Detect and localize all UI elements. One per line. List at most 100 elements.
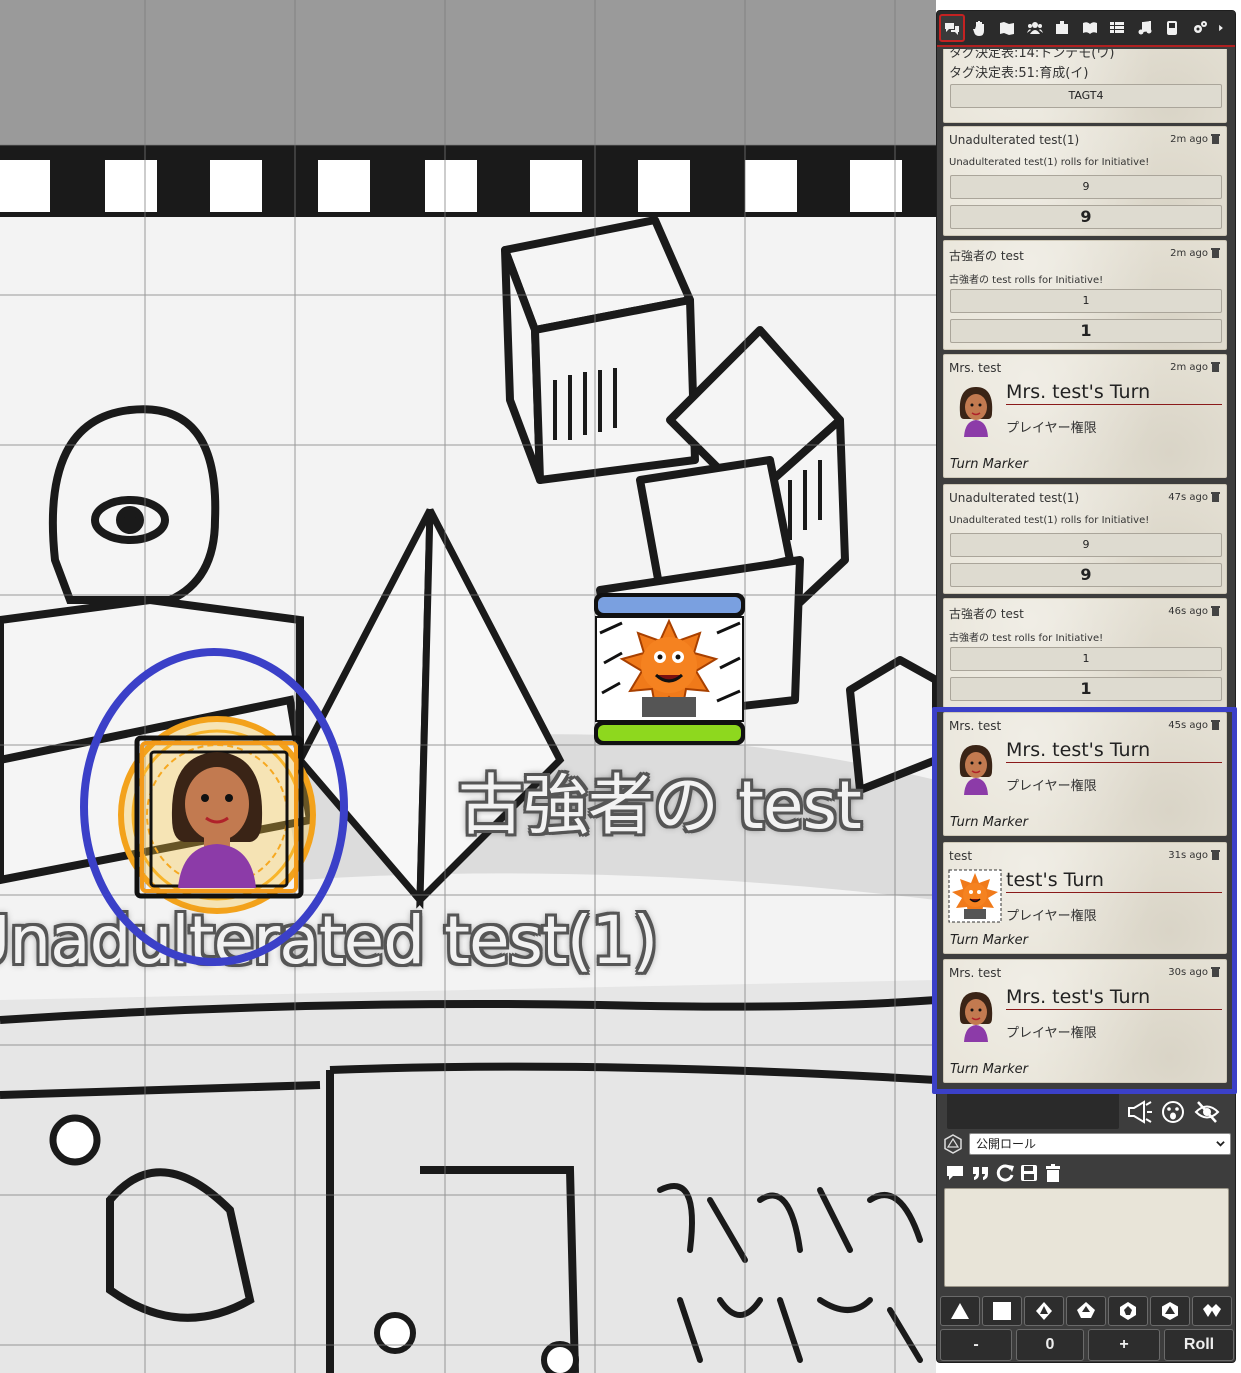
turn-footer: Turn Marker — [950, 457, 1028, 472]
roll-total: 1 — [950, 677, 1222, 701]
avatar-woman — [959, 745, 993, 795]
d20-icon — [944, 1134, 962, 1154]
chat-icon — [945, 23, 959, 35]
message-time: 31s ago — [1168, 850, 1208, 861]
emote-icon[interactable] — [1159, 1099, 1187, 1125]
chat-message: Unadulterated test(1) 47s ago Unadultera… — [943, 484, 1227, 594]
token-sun-image — [594, 593, 745, 745]
chat-message: Unadulterated test(1) 2m ago Unadulterat… — [943, 126, 1227, 236]
trash-icon[interactable] — [1211, 247, 1220, 258]
avatar-sun — [948, 869, 1002, 923]
tab-settings[interactable] — [1187, 14, 1213, 42]
message-subtext: Unadulterated test(1) rolls for Initiati… — [949, 515, 1150, 526]
message-text: タグ決定表:14:トンデモ(ウ) — [949, 49, 1115, 61]
d8-icon — [1036, 1302, 1052, 1320]
table-icon — [1110, 22, 1124, 33]
turn-title: Mrs. test's Turn — [1006, 381, 1222, 405]
message-time: 2m ago — [1170, 248, 1208, 259]
message-sender: Unadulterated test(1) — [949, 133, 1080, 147]
counter-value[interactable]: 0 — [1016, 1329, 1084, 1361]
message-time: 2m ago — [1170, 362, 1208, 373]
chat-input[interactable] — [944, 1188, 1229, 1287]
message-time: 46s ago — [1168, 606, 1208, 617]
dice-button-row — [940, 1296, 1236, 1326]
d10-button[interactable] — [1066, 1296, 1106, 1326]
tab-art[interactable] — [967, 14, 993, 42]
tab-chat[interactable] — [939, 14, 965, 42]
tab-compendium[interactable] — [1077, 14, 1103, 42]
tab-journal[interactable] — [1049, 14, 1075, 42]
turn-footer: Turn Marker — [950, 815, 1028, 830]
message-subtext: 古強者の test rolls for Initiative! — [949, 275, 1104, 286]
token-name-label: Unadulterated test(1) — [0, 902, 658, 979]
decrement-button[interactable]: - — [940, 1329, 1012, 1361]
tab-players[interactable] — [1022, 14, 1048, 42]
turn-title: test's Turn — [1006, 869, 1222, 893]
trash-icon[interactable] — [1211, 133, 1220, 144]
token-unadulterated[interactable] — [112, 710, 322, 920]
roll-formula: 1 — [950, 647, 1222, 671]
token-bar-blue — [598, 597, 741, 613]
token-name-label: 古強者の test — [458, 767, 862, 844]
chat-message: 古強者の test 46s ago 古強者の test rolls for In… — [943, 598, 1227, 708]
tab-tables[interactable] — [1104, 14, 1130, 42]
avatar-woman — [959, 387, 993, 437]
book-icon — [1082, 22, 1097, 34]
message-sender: 古強者の test — [949, 249, 1024, 263]
megaphone-icon[interactable] — [1125, 1099, 1153, 1125]
settings-icon — [1193, 21, 1207, 33]
save-icon[interactable] — [1019, 1163, 1039, 1183]
speaking-as-preview[interactable] — [947, 1093, 1119, 1129]
roll-formula: 9 — [950, 533, 1222, 557]
trash-icon[interactable] — [1211, 719, 1220, 730]
d20-button[interactable] — [1150, 1296, 1190, 1326]
card-icon — [1167, 21, 1177, 35]
hand-icon — [972, 21, 984, 36]
turn-permission: プレイヤー権限 — [1006, 909, 1097, 924]
trash-icon[interactable] — [1211, 361, 1220, 372]
turn-permission: プレイヤー権限 — [1006, 421, 1097, 436]
chat-message-turn: Mrs. test 30s ago Mrs. test's Turn プレイヤー… — [943, 959, 1227, 1083]
increment-button[interactable]: + — [1088, 1329, 1160, 1361]
roll-formula: 1 — [950, 289, 1222, 313]
d4-button[interactable] — [940, 1296, 980, 1326]
d6-button[interactable] — [982, 1296, 1022, 1326]
roll-visibility-select[interactable]: 公開ロール — [969, 1133, 1231, 1155]
refresh-icon[interactable] — [995, 1163, 1015, 1183]
roll-total: 1 — [950, 319, 1222, 343]
right-sidebar: タグ決定表:14:トンデモ(ウ) タグ決定表:51:育成(イ) TAGT4 Un… — [936, 10, 1236, 1363]
trash-icon[interactable] — [1211, 966, 1220, 977]
d8-button[interactable] — [1024, 1296, 1064, 1326]
chat-log[interactable]: タグ決定表:14:トンデモ(ウ) タグ決定表:51:育成(イ) TAGT4 Un… — [941, 49, 1229, 1095]
chat-message-turn: test 31s ago test's Turn プレイヤー権限 Turn Ma… — [943, 842, 1227, 954]
hidden-eye-icon[interactable] — [1193, 1099, 1221, 1125]
message-subtext: Unadulterated test(1) rolls for Initiati… — [949, 157, 1150, 168]
speech-bubble-icon[interactable] — [945, 1163, 965, 1183]
d10-icon — [1077, 1302, 1095, 1318]
message-time: 2m ago — [1170, 134, 1208, 145]
roll-button[interactable]: Roll — [1164, 1329, 1234, 1361]
tab-maps[interactable] — [994, 14, 1020, 42]
d12-button[interactable] — [1108, 1296, 1148, 1326]
tab-collapse[interactable] — [1214, 14, 1228, 42]
map-background-illustration — [0, 0, 936, 1373]
tab-jukebox[interactable] — [1132, 14, 1158, 42]
speak-bar — [941, 1093, 1231, 1133]
trash-icon[interactable] — [1211, 605, 1220, 616]
map-canvas[interactable]: 古強者の test Unadulterated test(1) — [0, 0, 936, 1373]
token-kyokyosha[interactable] — [592, 593, 747, 748]
quote-icon[interactable] — [971, 1163, 991, 1183]
tab-collection[interactable] — [1159, 14, 1185, 42]
message-time: 47s ago — [1168, 492, 1208, 503]
trash-icon[interactable] — [1211, 849, 1220, 860]
d4-icon — [951, 1303, 969, 1319]
message-sender: Mrs. test — [949, 966, 1002, 980]
trash-icon[interactable] — [1211, 491, 1220, 502]
turn-footer: Turn Marker — [950, 933, 1028, 948]
trash-icon[interactable] — [1043, 1163, 1063, 1183]
message-sender: Mrs. test — [949, 719, 1002, 733]
message-time: 30s ago — [1168, 967, 1208, 978]
chat-message-partial: タグ決定表:14:トンデモ(ウ) タグ決定表:51:育成(イ) TAGT4 — [943, 49, 1227, 123]
d100-button[interactable] — [1192, 1296, 1232, 1326]
music-icon — [1138, 21, 1151, 35]
